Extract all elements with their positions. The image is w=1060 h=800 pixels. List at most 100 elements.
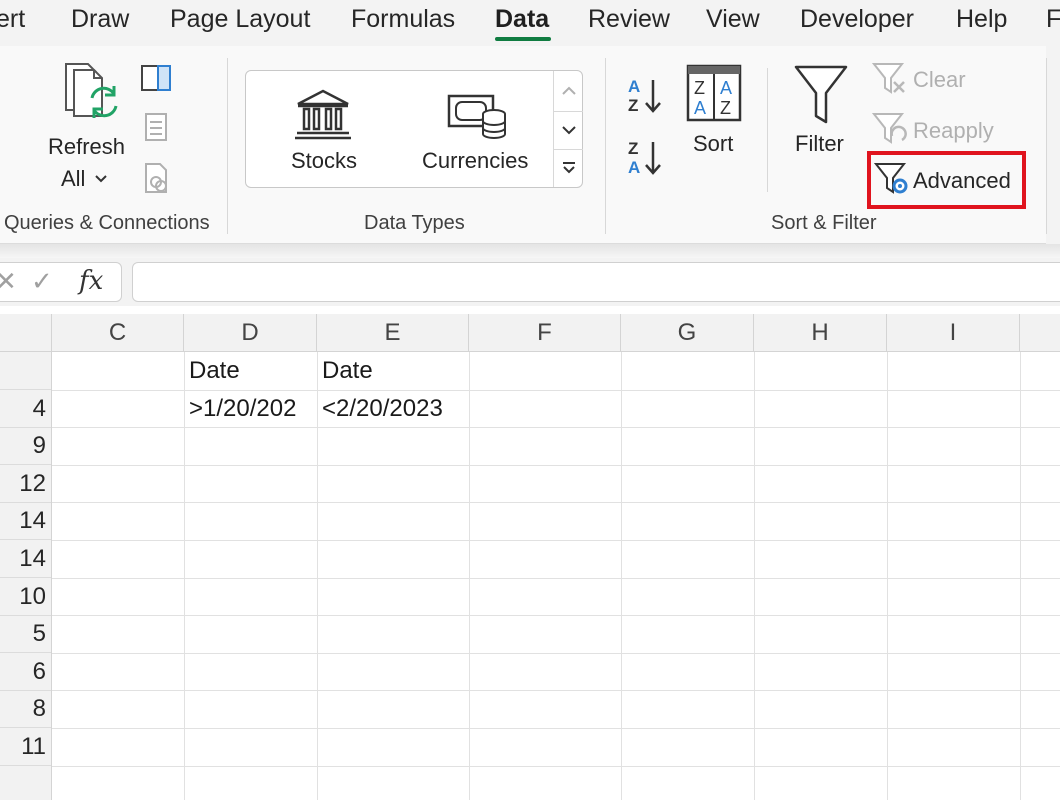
column-header-j[interactable] (1020, 314, 1060, 352)
gallery-more-button[interactable] (554, 149, 583, 185)
cell-g[interactable] (621, 578, 754, 616)
cell-f[interactable] (469, 578, 621, 616)
enter-icon[interactable]: ✓ (31, 266, 53, 297)
row-header[interactable]: 6 (0, 653, 51, 691)
cell-e[interactable] (317, 502, 469, 540)
cell-h[interactable] (754, 502, 887, 540)
select-all-corner[interactable] (0, 314, 52, 352)
column-header-e[interactable]: E (317, 314, 469, 352)
cell-h[interactable] (754, 578, 887, 616)
sort-z-to-a-icon[interactable]: Z A (626, 138, 666, 176)
cell-g[interactable] (621, 502, 754, 540)
cell-h[interactable] (754, 728, 887, 766)
cell-g[interactable] (621, 352, 754, 390)
formula-input[interactable] (132, 262, 1060, 302)
cell-c[interactable] (52, 502, 184, 540)
cell-h[interactable] (754, 427, 887, 465)
cell-c[interactable] (52, 653, 184, 691)
cell-e[interactable] (317, 728, 469, 766)
cell-i[interactable] (887, 653, 1020, 691)
row-header[interactable]: 5 (0, 615, 51, 654)
cell-d[interactable] (184, 578, 317, 616)
cell-d[interactable]: >1/20/202 (184, 390, 317, 428)
cell-e[interactable] (317, 427, 469, 465)
edit-links-icon[interactable] (144, 162, 170, 194)
cell-d[interactable] (184, 690, 317, 728)
row-header[interactable]: 14 (0, 540, 51, 578)
row-header[interactable]: 4 (0, 390, 51, 428)
cell-f[interactable] (469, 427, 621, 465)
column-header-h[interactable]: H (754, 314, 887, 352)
cell-c[interactable] (52, 540, 184, 578)
cell-i[interactable] (887, 690, 1020, 728)
cell-c[interactable] (52, 352, 184, 390)
tab-formulas[interactable]: Formulas (351, 5, 455, 34)
cell-g[interactable] (621, 427, 754, 465)
tab-data[interactable]: Data (495, 5, 549, 34)
row-header[interactable]: 11 (0, 728, 51, 766)
cell-h[interactable] (754, 390, 887, 428)
column-header-c[interactable]: C (52, 314, 184, 352)
cell-f[interactable] (469, 352, 621, 390)
cell-h[interactable] (754, 352, 887, 390)
cell-c[interactable] (52, 390, 184, 428)
cell-e[interactable] (317, 653, 469, 691)
cell-f[interactable] (469, 540, 621, 578)
cell-d[interactable] (184, 728, 317, 766)
cell-e[interactable] (317, 578, 469, 616)
cell-i[interactable] (887, 352, 1020, 390)
gallery-up-button[interactable] (554, 73, 583, 109)
row-header[interactable]: 8 (0, 690, 51, 729)
cell-i[interactable] (887, 427, 1020, 465)
cell-h[interactable] (754, 615, 887, 653)
cell-f[interactable] (469, 465, 621, 503)
cell-f[interactable] (469, 502, 621, 540)
cell-i[interactable] (887, 578, 1020, 616)
cell-h[interactable] (754, 690, 887, 728)
tab-page-layout[interactable]: Page Layout (170, 5, 310, 34)
cell-d[interactable] (184, 615, 317, 653)
cell-c[interactable] (52, 427, 184, 465)
cell-i[interactable] (887, 540, 1020, 578)
queries-connections-icon[interactable] (140, 64, 172, 92)
cell-g[interactable] (621, 540, 754, 578)
cell-h[interactable] (754, 465, 887, 503)
cancel-icon[interactable]: ✕ (0, 266, 17, 297)
cell-f[interactable] (469, 653, 621, 691)
cell-c[interactable] (52, 465, 184, 503)
cell-d[interactable] (184, 465, 317, 503)
row-header[interactable]: 14 (0, 502, 51, 541)
cell-d[interactable]: Date (184, 352, 317, 390)
sort-a-to-z-icon[interactable]: A Z (626, 76, 666, 114)
insert-function-icon[interactable]: fx (79, 266, 103, 296)
cell-f[interactable] (469, 390, 621, 428)
cell-g[interactable] (621, 690, 754, 728)
row-header[interactable] (0, 352, 51, 390)
cell-e[interactable] (317, 540, 469, 578)
cell-c[interactable] (52, 728, 184, 766)
tab-draw[interactable]: Draw (71, 5, 129, 34)
cell-i[interactable] (887, 465, 1020, 503)
row-header[interactable]: 10 (0, 578, 51, 616)
cell-h[interactable] (754, 653, 887, 691)
cell-i[interactable] (887, 615, 1020, 653)
cell-e[interactable]: <2/20/2023 (317, 390, 469, 428)
cell-i[interactable] (887, 502, 1020, 540)
tab-file[interactable]: F (1046, 5, 1060, 34)
column-header-d[interactable]: D (184, 314, 317, 352)
cell-d[interactable] (184, 653, 317, 691)
cell-e[interactable]: Date (317, 352, 469, 390)
tab-insert[interactable]: ert (0, 5, 25, 34)
cell-f[interactable] (469, 728, 621, 766)
cell-c[interactable] (52, 578, 184, 616)
cell-i[interactable] (887, 728, 1020, 766)
tab-review[interactable]: Review (588, 5, 670, 34)
tab-view[interactable]: View (706, 5, 760, 34)
cell-g[interactable] (621, 615, 754, 653)
cell-d[interactable] (184, 502, 317, 540)
gallery-down-button[interactable] (554, 111, 583, 147)
cell-g[interactable] (621, 465, 754, 503)
cell-d[interactable] (184, 427, 317, 465)
cell-f[interactable] (469, 615, 621, 653)
cell-c[interactable] (52, 690, 184, 728)
